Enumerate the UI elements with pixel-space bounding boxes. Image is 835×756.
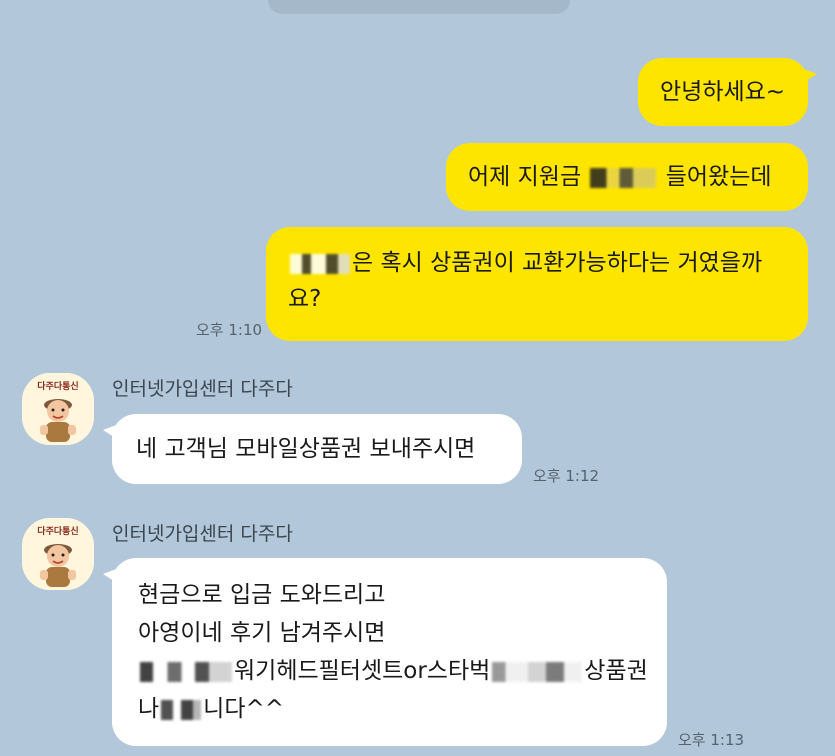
redacted-text [140,661,232,682]
message-line: 워기헤드필터셋트or스타벅 상품권 [138,652,648,690]
message-line: 어제 지원금 들어왔는데 [468,159,786,195]
outgoing-message-bubble[interactable]: 은 혹시 상품권이 교환가능하다는 거였을까 요? [266,227,808,341]
message-text: 상품권 [584,658,648,684]
outgoing-message-bubble[interactable]: 어제 지원금 들어왔는데 [446,143,808,211]
message-text: 현금으로 입금 도와드리고 [138,582,386,608]
message-line: 나 니다^^ [138,690,641,728]
message-text: 요? [288,286,322,312]
incoming-message-bubble[interactable]: 현금으로 입금 도와드리고 아영이네 후기 남겨주시면 워기헤드필터셋트or스타… [103,558,667,746]
message-text: 워기헤드필터셋트or스타벅 [234,658,491,684]
sender-name: 인터넷가입센터 다주다 [112,378,293,400]
redacted-text [492,661,583,682]
message-text: 나 [138,696,160,722]
sender-avatar[interactable]: 다주다통신 [22,518,94,590]
avatar-logo-text: 다주다통신 [37,525,78,537]
outgoing-message-bubble[interactable]: 안녕하세요~ [638,58,817,126]
redacted-amount [590,167,657,188]
sender-name: 인터넷가입센터 다주다 [112,523,293,545]
message-text: 니다^^ [203,696,285,722]
incoming-message-bubble[interactable]: 네 고객님 모바일상품권 보내주시면 [103,414,522,484]
redacted-text [161,699,202,720]
mascot-icon: 다주다통신 [22,518,94,590]
message-line: 은 혹시 상품권이 교환가능하다는 거였을까 [288,245,786,281]
mascot-icon: 다주다통신 [22,373,94,445]
redacted-text [290,253,350,274]
message-text: 아영이네 후기 남겨주시면 [138,620,386,646]
message-text: 어제 지원금 [468,164,582,190]
message-timestamp: 오후 1:13 [678,731,745,749]
message-text: 안녕하세요~ [660,79,786,105]
message-text: 은 혹시 상품권이 교환가능하다는 거였을까 [352,250,763,276]
message-timestamp: 오후 1:10 [196,321,263,339]
message-timestamp: 오후 1:12 [533,467,600,485]
avatar-logo-text: 다주다통신 [37,380,78,392]
chat-view: 안녕하세요~ 어제 지원금 들어왔는데 은 혹시 상품권이 교환가능하다는 거였… [0,0,835,756]
previous-message-stub [268,0,570,14]
message-text: 들어왔는데 [665,164,772,190]
sender-avatar[interactable]: 다주다통신 [22,373,94,445]
message-text: 네 고객님 모바일상품권 보내주시면 [136,436,476,462]
